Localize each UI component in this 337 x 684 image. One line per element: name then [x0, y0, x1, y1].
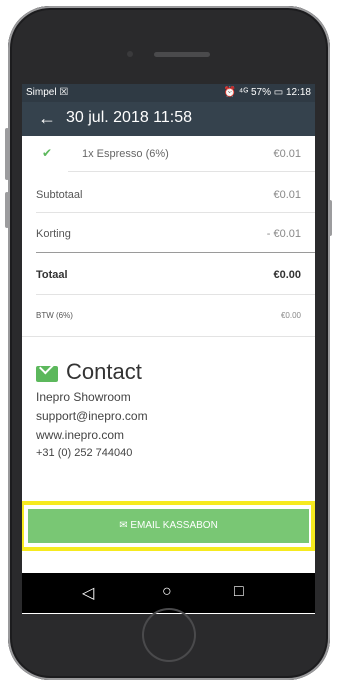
order-item-label: 1x Espresso (6%) [82, 148, 169, 160]
status-bar: Simpel ☒ ⏰ ⁴ᴳ 57% ▭ 12:18 [22, 84, 315, 102]
discount-row: Korting - €0.01 [22, 219, 315, 249]
phone-screen: Simpel ☒ ⏰ ⁴ᴳ 57% ▭ 12:18 ← 30 jul. 2018… [22, 84, 315, 614]
total-label: Totaal [36, 269, 68, 281]
contact-phone[interactable]: +31 (0) 252 744040 [36, 447, 132, 459]
divider [36, 212, 315, 213]
contact-heading: Contact [66, 359, 142, 384]
check-icon: ✔ [42, 146, 53, 160]
vat-label: BTW (6%) [36, 311, 73, 320]
app-bar: ← 30 jul. 2018 11:58 [22, 102, 315, 136]
nav-home-icon[interactable]: ○ [162, 583, 172, 601]
contact-email[interactable]: support@inepro.com [36, 409, 148, 423]
back-arrow-icon[interactable]: ← [38, 108, 56, 129]
subtotal-label: Subtotaal [36, 189, 83, 201]
contact-website[interactable]: www.inepro.com [36, 428, 124, 442]
volume-button [5, 128, 9, 180]
system-nav-bar: ◁ ○ □ [22, 573, 315, 613]
vat-row: BTW (6%) €0.00 [22, 302, 315, 332]
subtotal-value: €0.01 [273, 189, 301, 201]
status-indicators: ⏰ ⁴ᴳ 57% ▭ 12:18 [223, 87, 311, 98]
page-title: 30 jul. 2018 11:58 [66, 109, 193, 126]
physical-home-button [142, 608, 196, 662]
order-item-value: €0.01 [273, 148, 301, 160]
envelope-icon [36, 366, 58, 382]
earpiece-speaker [154, 52, 210, 57]
divider [22, 336, 315, 337]
vat-value: €0.00 [280, 311, 301, 320]
discount-label: Korting [36, 228, 71, 240]
subtotal-row: Subtotaal €0.01 [22, 180, 315, 210]
side-button [5, 192, 9, 228]
contact-name: Inepro Showroom [36, 390, 131, 404]
discount-value: - €0.01 [266, 228, 301, 240]
carrier-label: Simpel ☒ [26, 87, 69, 98]
nav-recent-apps-icon[interactable]: □ [234, 583, 244, 601]
divider [36, 294, 315, 295]
total-value: €0.00 [273, 269, 301, 281]
front-camera [127, 51, 133, 57]
envelope-icon: ✉ [119, 520, 128, 531]
email-receipt-label: EMAIL KASSABON [130, 520, 218, 531]
total-row: Totaal €0.00 [22, 260, 315, 290]
power-button [328, 200, 332, 236]
email-receipt-button[interactable]: ✉ EMAIL KASSABON [28, 509, 309, 543]
divider [68, 171, 315, 172]
nav-back-icon[interactable]: ◁ [82, 583, 94, 603]
total-divider [36, 252, 315, 253]
